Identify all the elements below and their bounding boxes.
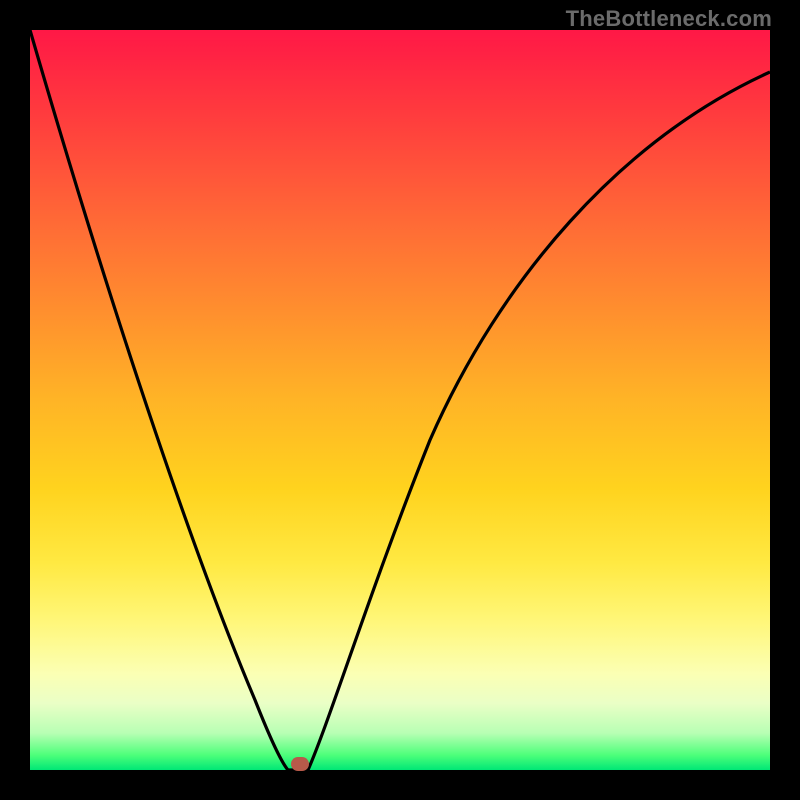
optimal-config-marker [291,757,309,771]
bottleneck-curve [30,30,770,770]
chart-frame: TheBottleneck.com [0,0,800,800]
watermark-text: TheBottleneck.com [566,6,772,32]
